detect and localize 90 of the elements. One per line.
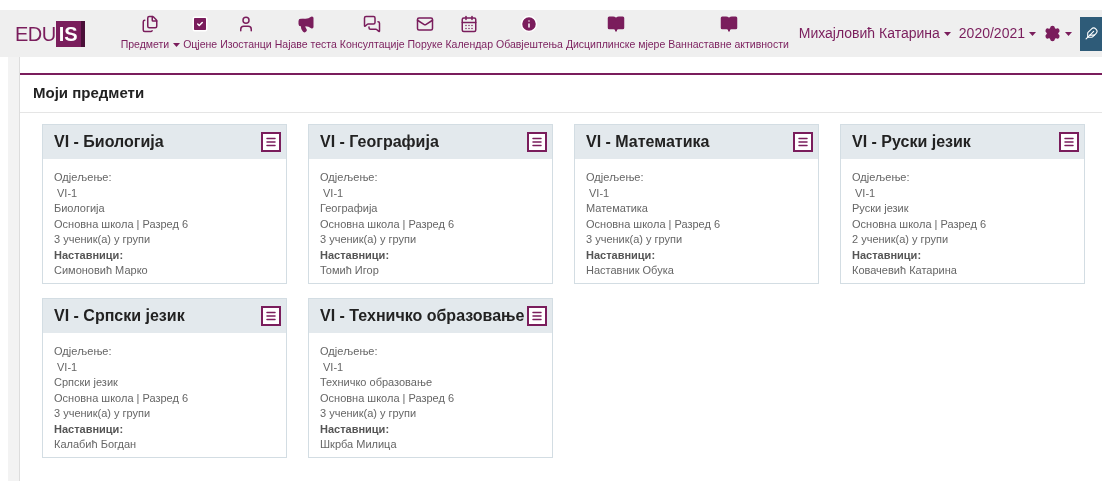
subject-name: Српски језик	[54, 375, 118, 390]
teachers-label: Наставници:	[852, 247, 922, 263]
department-label: Одјељење:	[320, 170, 378, 185]
teachers-label: Наставници:	[54, 247, 124, 263]
student-count: 3 ученик(а) у групи	[320, 232, 417, 247]
department-label: Одјељење:	[54, 344, 112, 359]
subject-name: Математика	[586, 201, 648, 216]
caret-icon	[1029, 31, 1036, 36]
school-grade: Основна школа | Разред 6	[320, 216, 455, 232]
department-value: VI-1	[56, 359, 78, 375]
documents-icon	[141, 14, 160, 33]
nav-item[interactable]: Дисциплинске мјере	[565, 14, 666, 53]
department-label: Одјељење:	[586, 170, 644, 185]
card-title: VI - Географија	[320, 132, 439, 152]
student-count: 2 ученик(а) у групи	[852, 232, 949, 247]
student-count: 3 ученик(а) у групи	[54, 406, 151, 421]
menu-button[interactable]	[261, 132, 281, 152]
department-label: Одјељење:	[852, 170, 910, 185]
page-title: Моји предмети	[33, 83, 145, 104]
nav-item[interactable]: Ваннаставне активности	[668, 14, 789, 53]
menu-icon	[265, 310, 277, 322]
year-menu[interactable]: 2020/2021	[958, 23, 1036, 44]
teacher-name: Симоновић Марко	[54, 263, 148, 278]
nav-item[interactable]: Обавјештења	[496, 14, 563, 53]
menu-button[interactable]	[527, 306, 547, 326]
department-label: Одјељење:	[320, 344, 378, 359]
department-value: VI-1	[322, 359, 344, 375]
card-title: VI - Техничко образовање	[320, 306, 525, 326]
info-icon	[520, 14, 539, 33]
book-icon	[719, 14, 738, 33]
teachers-label: Наставници:	[54, 421, 124, 437]
nav-item[interactable]: Најаве теста	[274, 14, 337, 53]
teacher-name: Шкрба Милица	[320, 437, 397, 452]
caret-icon	[1065, 31, 1072, 36]
department-value: VI-1	[854, 185, 876, 201]
student-count: 3 ученик(а) у групи	[586, 232, 683, 247]
card-title: VI - Српски језик	[54, 306, 185, 326]
student-count: 3 ученик(а) у групи	[54, 232, 151, 247]
menu-button[interactable]	[527, 132, 547, 152]
teachers-label: Наставници:	[320, 247, 390, 263]
menu-icon	[1063, 136, 1075, 148]
teacher-name: Калабић Богдан	[54, 437, 137, 452]
school-grade: Основна школа | Разред 6	[320, 390, 455, 406]
nav-item[interactable]: Поруке	[407, 14, 443, 53]
card-title: VI - Математика	[586, 132, 710, 152]
checkbox-icon	[191, 14, 210, 33]
nav-item[interactable]: Календар	[445, 14, 493, 53]
department-label: Одјељење:	[54, 170, 112, 185]
envelope-icon	[416, 14, 434, 33]
nav-item[interactable]: Изостанци	[220, 14, 272, 53]
logo[interactable]: EDU IS	[15, 18, 85, 49]
menu-icon	[531, 136, 543, 148]
chat-bubbles-icon	[363, 14, 382, 33]
caret-icon	[943, 31, 951, 36]
teacher-name: Наставник Обука	[586, 263, 674, 278]
feather-icon	[1084, 27, 1098, 40]
department-value: VI-1	[588, 185, 610, 201]
department-value: VI-1	[56, 185, 78, 201]
nav-item[interactable]: Оцјене	[183, 14, 218, 53]
school-grade: Основна школа | Разред 6	[852, 216, 987, 232]
menu-icon	[531, 310, 543, 322]
menu-button[interactable]	[261, 306, 281, 326]
menu-button[interactable]	[1059, 132, 1079, 152]
subject-name: Биологија	[54, 201, 105, 216]
nav-item[interactable]: Консултације	[339, 14, 405, 53]
card-title: VI - Руски језик	[852, 132, 971, 152]
book-icon	[606, 14, 625, 33]
teacher-name: Ковачевић Катарина	[852, 263, 957, 278]
megaphone-icon	[296, 14, 315, 33]
school-grade: Основна школа | Разред 6	[54, 216, 189, 232]
user-menu[interactable]: Михајловић Катарина	[798, 23, 951, 44]
settings-icon	[1044, 25, 1061, 42]
calendar-icon	[460, 14, 479, 33]
settings-menu[interactable]	[1044, 25, 1072, 42]
card-title: VI - Биологија	[54, 132, 164, 152]
teachers-label: Наставници:	[586, 247, 656, 263]
department-value: VI-1	[322, 185, 344, 201]
nav-item[interactable]: Предмети	[120, 14, 181, 53]
menu-button[interactable]	[793, 132, 813, 152]
school-grade: Основна школа | Разред 6	[586, 216, 721, 232]
subject-name: Руски језик	[852, 201, 909, 216]
app-button[interactable]	[1080, 16, 1102, 51]
menu-icon	[265, 136, 277, 148]
teacher-name: Томић Игор	[320, 263, 379, 278]
school-grade: Основна школа | Разред 6	[54, 390, 189, 406]
student-count: 3 ученик(а) у групи	[320, 406, 417, 421]
teachers-label: Наставници:	[320, 421, 390, 437]
subject-name: Техничко образовање	[320, 375, 432, 390]
subject-name: Географија	[320, 201, 378, 216]
menu-icon	[797, 136, 809, 148]
